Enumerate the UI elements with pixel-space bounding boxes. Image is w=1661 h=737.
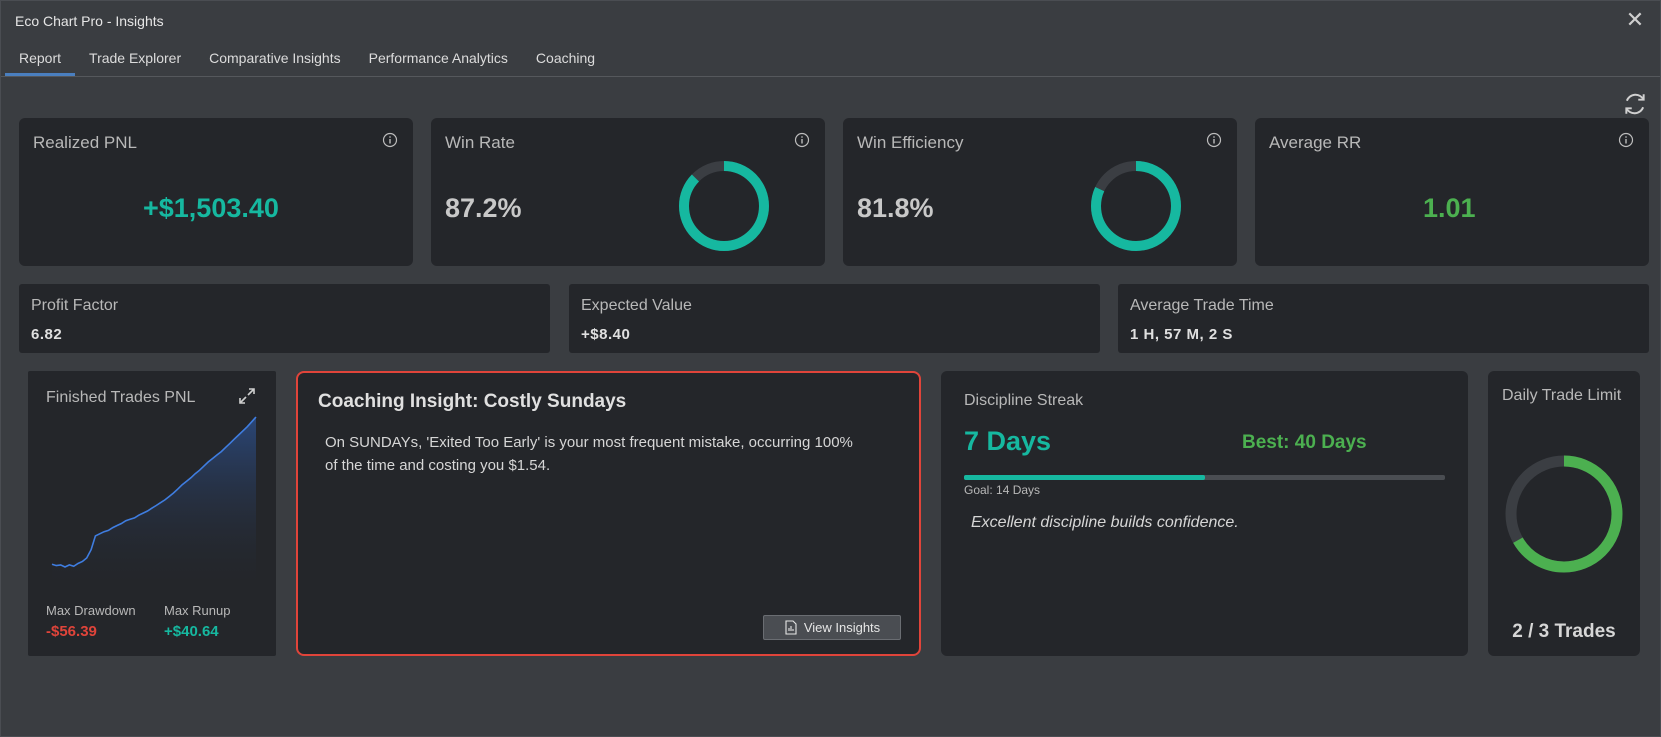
average-trade-time-card: Average Trade Time 1 H, 57 M, 2 S	[1118, 284, 1649, 353]
tab-trade-explorer[interactable]: Trade Explorer	[75, 45, 195, 76]
max-runup-value: +$40.64	[164, 623, 219, 640]
tab-performance-analytics[interactable]: Performance Analytics	[355, 45, 522, 76]
window-title: Eco Chart Pro - Insights	[15, 13, 164, 29]
max-runup-label: Max Runup	[164, 603, 231, 618]
tab-bar: Report Trade Explorer Comparative Insigh…	[5, 45, 609, 77]
info-icon[interactable]	[794, 132, 810, 148]
realized-pnl-card: Realized PNL +$1,503.40	[19, 118, 413, 266]
win-rate-title: Win Rate	[445, 133, 515, 152]
pnl-area-chart	[51, 416, 257, 587]
tab-divider	[1, 76, 1660, 77]
discipline-message: Excellent discipline builds confidence.	[971, 514, 1239, 531]
expected-value-card: Expected Value +$8.40	[569, 284, 1100, 353]
max-drawdown-value: -$56.39	[46, 623, 97, 640]
expand-icon[interactable]	[238, 387, 256, 405]
pnl-chart-title: Finished Trades PNL	[46, 389, 196, 406]
expected-value-value: +$8.40	[581, 326, 631, 343]
streak-goal: Goal: 14 Days	[964, 483, 1041, 497]
streak-best: Best: 40 Days	[1242, 432, 1367, 453]
view-insights-label: View Insights	[803, 620, 881, 635]
tab-coaching[interactable]: Coaching	[522, 45, 609, 76]
close-icon[interactable]: ✕	[1624, 9, 1646, 31]
max-drawdown-label: Max Drawdown	[46, 603, 136, 618]
info-icon[interactable]	[1206, 132, 1222, 148]
win-efficiency-value: 81.8%	[857, 193, 934, 223]
title-bar: Eco Chart Pro - Insights ✕	[1, 1, 1660, 41]
discipline-title: Discipline Streak	[964, 392, 1084, 409]
streak-current: 7 Days	[964, 426, 1052, 456]
daily-limit-donut	[1505, 455, 1623, 573]
profit-factor-card: Profit Factor 6.82	[19, 284, 550, 353]
realized-pnl-value: +$1,503.40	[143, 193, 279, 223]
report-icon	[785, 620, 797, 635]
refresh-icon[interactable]	[1622, 91, 1648, 117]
tab-report[interactable]: Report	[5, 45, 76, 76]
streak-progress-fill	[964, 475, 1205, 480]
info-icon[interactable]	[1618, 132, 1634, 148]
discipline-streak-card: Discipline Streak 7 Days Best: 40 Days G…	[941, 371, 1468, 656]
daily-trade-limit-card: Daily Trade Limit 2 / 3 Trades	[1488, 371, 1640, 656]
view-insights-button[interactable]: View Insights	[763, 615, 901, 640]
average-trade-time-title: Average Trade Time	[1130, 297, 1274, 314]
average-rr-value: 1.01	[1423, 193, 1476, 223]
win-efficiency-donut	[1091, 161, 1181, 251]
average-rr-card: Average RR 1.01	[1255, 118, 1649, 266]
streak-progress-track	[964, 475, 1445, 480]
win-rate-card: Win Rate 87.2%	[431, 118, 825, 266]
win-rate-donut	[679, 161, 769, 251]
average-rr-title: Average RR	[1269, 133, 1362, 152]
daily-limit-title: Daily Trade Limit	[1502, 387, 1622, 404]
average-trade-time-value: 1 H, 57 M, 2 S	[1130, 326, 1233, 343]
profit-factor-title: Profit Factor	[31, 297, 119, 314]
info-icon[interactable]	[382, 132, 398, 148]
win-rate-value: 87.2%	[445, 193, 522, 223]
finished-trades-pnl-card: Finished Trades PNL Max Drawdown -$56.39…	[28, 371, 276, 656]
insights-window: Eco Chart Pro - Insights ✕ Report Trade …	[0, 0, 1661, 737]
profit-factor-value: 6.82	[31, 326, 63, 343]
daily-limit-value: 2 / 3 Trades	[1512, 621, 1616, 642]
tab-comparative-insights[interactable]: Comparative Insights	[195, 45, 355, 76]
win-efficiency-card: Win Efficiency 81.8%	[843, 118, 1237, 266]
coaching-insight-card: Coaching Insight: Costly Sundays On SUND…	[296, 371, 921, 656]
win-efficiency-title: Win Efficiency	[857, 133, 964, 152]
coaching-body: On SUNDAYs, 'Exited Too Early' is your m…	[325, 434, 853, 474]
coaching-title: Coaching Insight: Costly Sundays	[318, 391, 627, 412]
realized-pnl-title: Realized PNL	[33, 133, 137, 152]
expected-value-title: Expected Value	[581, 297, 692, 314]
